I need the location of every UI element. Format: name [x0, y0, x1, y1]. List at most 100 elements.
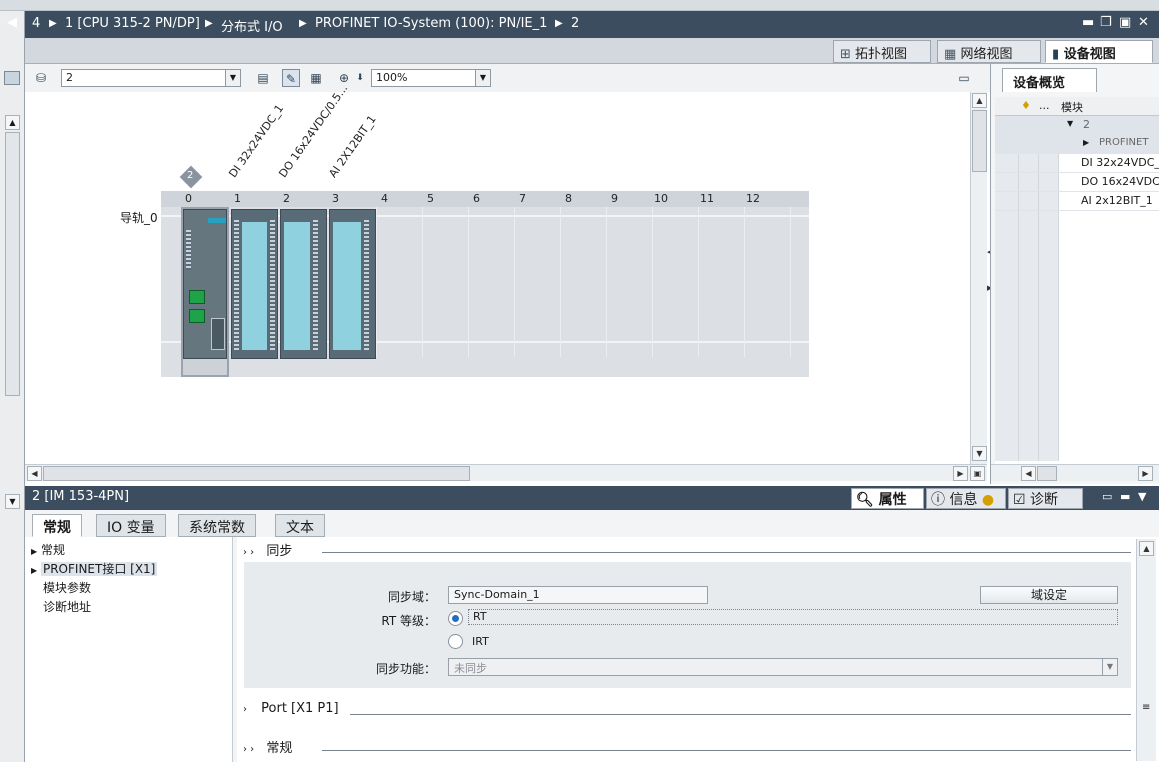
scroll-right-icon[interactable]: ▶	[1138, 466, 1153, 481]
slot-divider	[514, 207, 515, 357]
scroll-thumb[interactable]	[1037, 466, 1057, 481]
left-scroll-down[interactable]: ▼	[5, 494, 20, 509]
sync-function-select[interactable]: 未同步 ▼	[448, 658, 1118, 676]
tab-topology-view[interactable]: ⊞ 拓扑视图	[833, 40, 931, 63]
breadcrumb-item[interactable]: 分布式 I/O	[221, 16, 283, 35]
slot-number: 2	[283, 192, 290, 205]
breadcrumb-item[interactable]: 1 [CPU 315-2 PN/DP]	[65, 16, 200, 31]
minimize-icon[interactable]: ▬	[1082, 15, 1094, 30]
zoom-select[interactable]: 100% ▼	[371, 69, 491, 87]
rt-option-label[interactable]: RT	[468, 609, 1118, 625]
tab-device-view[interactable]: ▮ 设备视图	[1045, 40, 1153, 63]
section-header-general[interactable]: › › 常规	[243, 737, 292, 756]
tab-device-overview[interactable]: 设备概览	[1002, 68, 1097, 92]
module-table-icon[interactable]: ▤	[254, 69, 272, 87]
editor-title-bar: ◀ 4 ▶ 1 [CPU 315-2 PN/DP] ▶ 分布式 I/O ▶ PR…	[7, 11, 1159, 38]
scroll-down-icon[interactable]: ▼	[972, 446, 987, 461]
left-scroll-up[interactable]: ▲	[5, 115, 20, 130]
module-label-ai[interactable]: AI 2X12BIT_1	[326, 113, 378, 180]
device-tree-icon[interactable]: ⛁	[32, 69, 50, 87]
scroll-up-icon[interactable]: ▲	[1139, 541, 1154, 556]
nav-item-module-params[interactable]: 模块参数	[43, 579, 91, 596]
rail-label: 导轨_0	[120, 211, 158, 225]
slot-divider	[790, 207, 791, 357]
rt-class-label: RT 等级：	[381, 614, 436, 628]
back-arrow-icon[interactable]: ◀	[7, 15, 17, 30]
grid-icon[interactable]: ▦	[307, 69, 325, 87]
irt-radio[interactable]	[448, 634, 463, 649]
nav-item-general[interactable]: ▶ 常规	[31, 541, 65, 558]
device-select-value: 2	[66, 71, 73, 84]
scroll-right-icon[interactable]: ▶	[953, 466, 968, 481]
module-label-di[interactable]: DI 32x24VDC_1	[226, 102, 286, 180]
float-panel-icon[interactable]: ▭	[1102, 490, 1112, 503]
tab-diagnostics[interactable]: ☑ 诊断	[1008, 488, 1083, 509]
ethernet-port-icon	[189, 309, 205, 323]
tab-label: 诊断	[1030, 492, 1059, 508]
overview-row[interactable]: ▶ PROFINET	[995, 135, 1159, 154]
sync-function-label: 同步功能：	[375, 662, 436, 676]
collapse-icon[interactable]: ▶	[1083, 138, 1089, 147]
overview-row[interactable]: AI 2x12BIT_1	[995, 192, 1159, 211]
rt-radio[interactable]	[448, 611, 463, 626]
pencil-icon[interactable]: ✎	[282, 69, 300, 87]
module-di-32x24vdc[interactable]	[231, 209, 278, 359]
scroll-left-icon[interactable]: ◀	[27, 466, 42, 481]
scroll-left-icon[interactable]: ◀	[1021, 466, 1036, 481]
navigator-icon[interactable]: ▣	[970, 466, 985, 481]
content-vertical-scrollbar[interactable]: ▲ ≡	[1136, 539, 1156, 761]
rack-rail[interactable]: 0 1 2 3 4 5 6 7 8 9 10 11 12	[161, 191, 809, 377]
section-header-port[interactable]: › Port [X1 P1]	[243, 701, 339, 716]
device-select[interactable]: 2 ▼	[61, 69, 241, 87]
canvas-vertical-scrollbar[interactable]: ▲ ▼	[970, 92, 987, 464]
breadcrumb-item[interactable]: PROFINET IO-System (100): PN/IE_1	[315, 16, 547, 31]
scroll-up-icon[interactable]: ▲	[972, 93, 987, 108]
restore-icon[interactable]: ❐	[1100, 15, 1112, 30]
expand-icon[interactable]: ▼	[1067, 119, 1073, 128]
overview-horizontal-scrollbar[interactable]: ◀ ▶	[991, 464, 1159, 481]
module-do-16x24vdc[interactable]	[280, 209, 327, 359]
column-header-module[interactable]: 模块	[1061, 99, 1083, 115]
scroll-thumb[interactable]	[972, 110, 987, 172]
section-header-sync[interactable]: › › 同步	[243, 540, 292, 559]
slot-divider	[468, 207, 469, 357]
info-icon: ⓘ	[931, 492, 945, 508]
domain-settings-button[interactable]: 域设定	[980, 586, 1118, 604]
overview-row[interactable]: ▼ 2	[995, 116, 1159, 135]
overview-row[interactable]: DI 32x24VDC_	[995, 154, 1159, 173]
led-column	[313, 220, 318, 350]
tab-general[interactable]: 常规	[32, 514, 82, 537]
section-divider	[350, 714, 1131, 715]
slot-divider	[422, 207, 423, 357]
breadcrumb-item[interactable]: 4	[32, 16, 40, 31]
device-canvas[interactable]: 2 DI 32x24VDC_1 DO 16x24VDC/0.5... AI 2X…	[25, 82, 970, 464]
module-ai-2x12bit[interactable]	[329, 209, 376, 359]
maximize-icon[interactable]: ▣	[1119, 15, 1131, 30]
section-divider	[322, 750, 1131, 751]
close-icon[interactable]: ✕	[1138, 15, 1149, 30]
scroll-thumb[interactable]	[43, 466, 470, 481]
breadcrumb-item[interactable]: 2	[571, 16, 579, 31]
scroll-grip-icon[interactable]: ≡	[1142, 702, 1150, 713]
canvas-horizontal-scrollbar[interactable]: ◀ ▶ ▣	[25, 464, 987, 481]
overview-toggle-icon[interactable]: ▭	[955, 69, 973, 87]
tab-info[interactable]: ⓘ 信息 ●	[926, 488, 1006, 509]
minimize-panel-icon[interactable]: ▬	[1120, 490, 1130, 503]
sync-domain-field[interactable]: Sync-Domain_1	[448, 586, 708, 604]
overview-row[interactable]: DO 16x24VDC	[995, 173, 1159, 192]
tab-system-constants[interactable]: 系统常数	[178, 514, 256, 537]
slot-number: 9	[611, 192, 618, 205]
tab-network-view[interactable]: ▦ 网络视图	[937, 40, 1041, 63]
tab-texts[interactable]: 文本	[275, 514, 325, 537]
zoom-dropdown-icon[interactable]: ⬇	[351, 69, 369, 87]
interface-module-im153[interactable]	[183, 209, 227, 359]
nav-item-diagnostic-address[interactable]: 诊断地址	[43, 598, 91, 615]
expand-icon: ▶	[31, 566, 38, 575]
left-panel-icon[interactable]	[4, 71, 20, 85]
irt-option-label[interactable]: IRT	[472, 635, 489, 648]
left-scroll-thumb[interactable]	[5, 132, 20, 396]
collapse-panel-icon[interactable]: ▼	[1138, 490, 1146, 503]
tab-io-tags[interactable]: IO 变量	[96, 514, 166, 537]
tab-properties[interactable]: 🔍︎ 属性	[851, 488, 924, 509]
nav-item-profinet-interface[interactable]: ▶ PROFINET接口 [X1]	[31, 560, 158, 577]
